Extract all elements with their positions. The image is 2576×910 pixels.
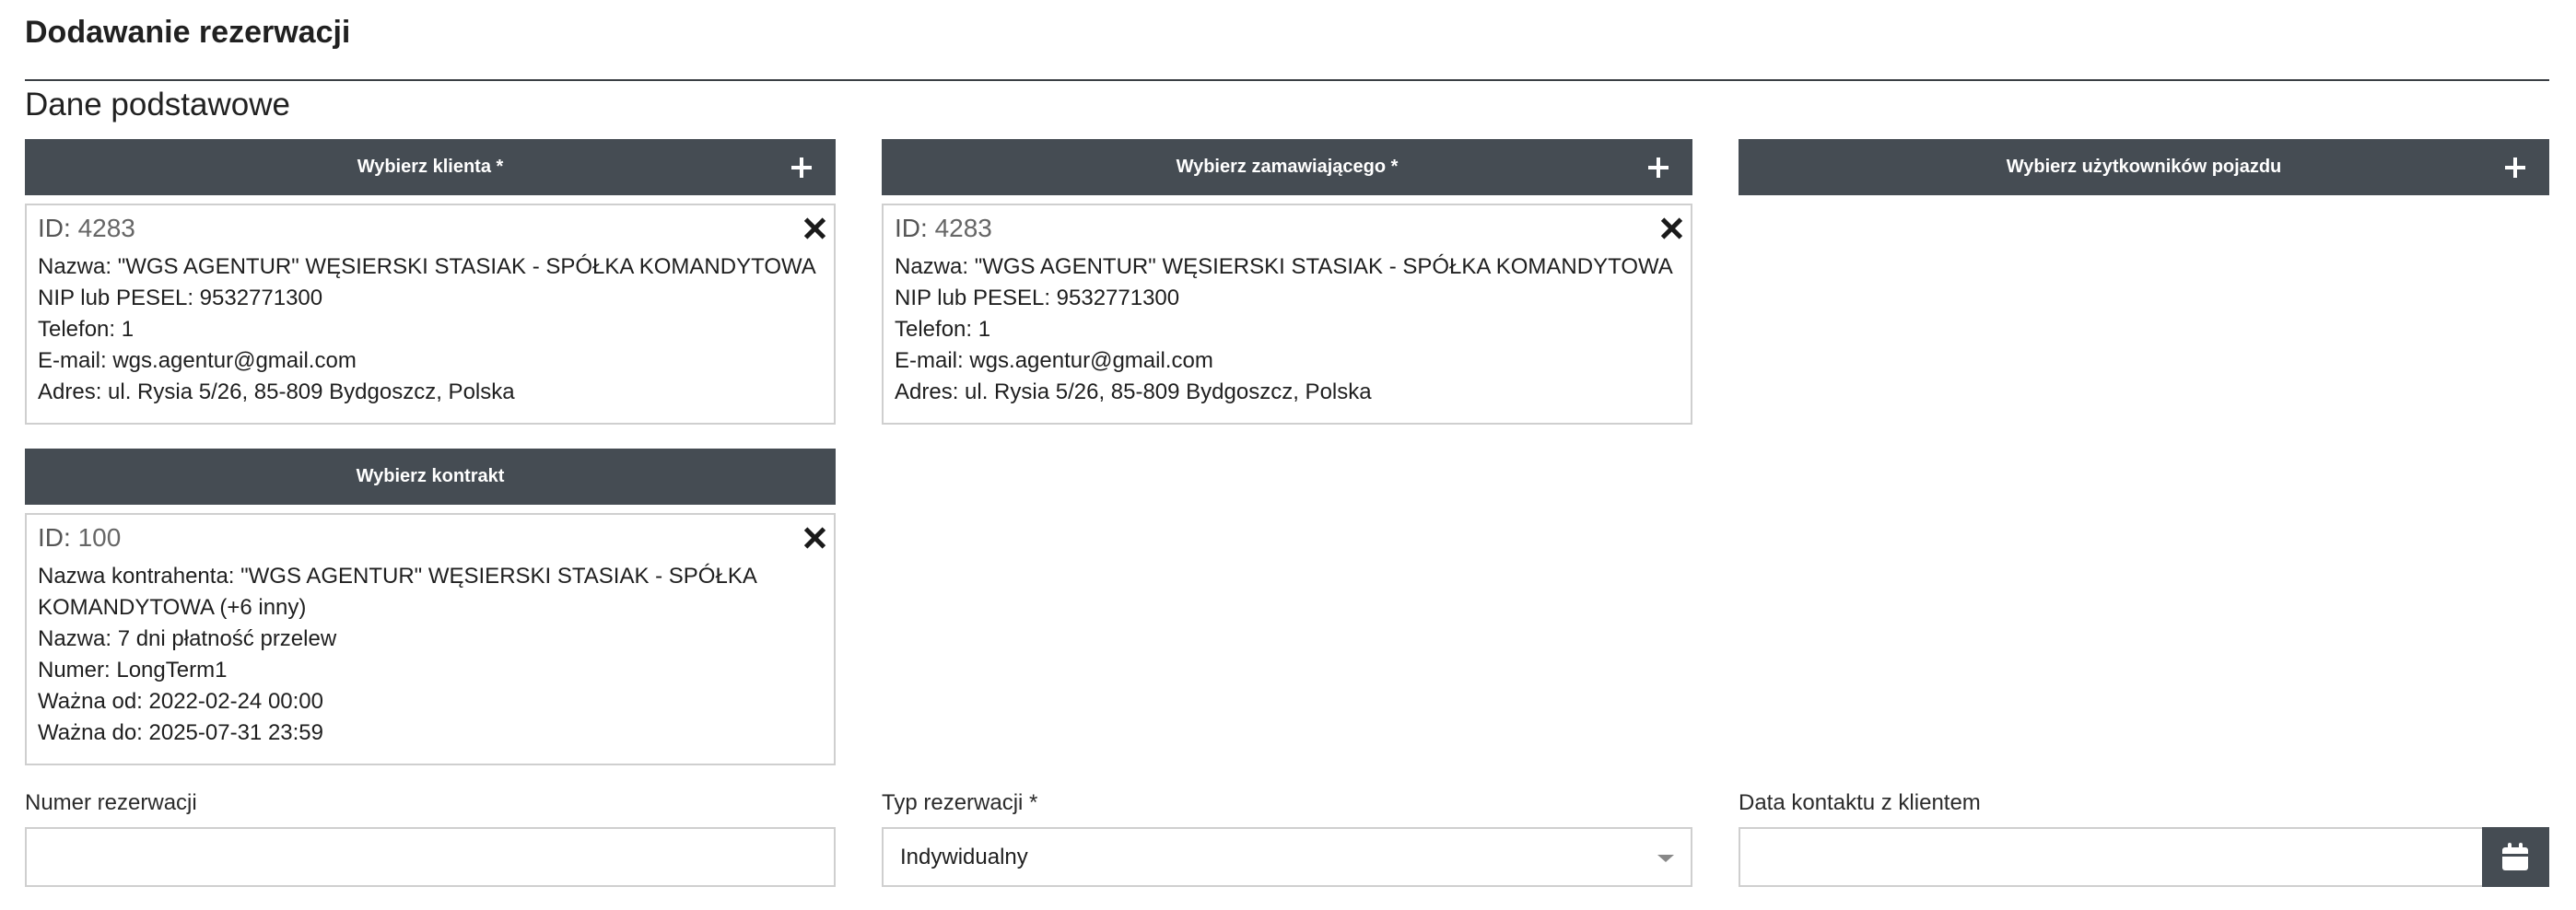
select-vehicle-users-label: Wybierz użytkowników pojazdu bbox=[2006, 157, 2282, 177]
close-icon[interactable] bbox=[804, 218, 825, 239]
client-address: Adres: ul. Rysia 5/26, 85-809 Bydgoszcz,… bbox=[38, 379, 515, 404]
contract-contractor-name: Nazwa kontrahenta: "WGS AGENTUR" WĘSIERS… bbox=[38, 564, 757, 589]
contact-date-label: Data kontaktu z klientem bbox=[1739, 790, 1981, 815]
contract-name: Nazwa: 7 dni płatność przelew bbox=[38, 626, 337, 651]
orderer-id: ID: 4283 bbox=[895, 214, 992, 242]
client-nip: NIP lub PESEL: 9532771300 bbox=[38, 286, 323, 310]
contract-contractor-name-cont: KOMANDYTOWA (+6 inny) bbox=[38, 595, 307, 620]
contact-date-input[interactable] bbox=[1740, 829, 2482, 885]
client-email: E-mail: wgs.agentur@gmail.com bbox=[38, 348, 357, 373]
section-title: Dane podstawowe bbox=[25, 87, 290, 122]
orderer-card: ID: 4283 Nazwa: "WGS AGENTUR" WĘSIERSKI … bbox=[882, 204, 1692, 425]
reservation-type-label: Typ rezerwacji * bbox=[882, 790, 1038, 815]
reservation-type-value: Indywidualny bbox=[900, 845, 1028, 869]
select-contract-label: Wybierz kontrakt bbox=[356, 466, 505, 486]
orderer-name: Nazwa: "WGS AGENTUR" WĘSIERSKI STASIAK -… bbox=[895, 254, 1673, 279]
select-orderer-button[interactable]: Wybierz zamawiającego * bbox=[882, 139, 1692, 195]
select-orderer-label: Wybierz zamawiającego * bbox=[1176, 157, 1399, 177]
orderer-email: E-mail: wgs.agentur@gmail.com bbox=[895, 348, 1213, 373]
reservation-number-field[interactable] bbox=[25, 827, 836, 887]
select-client-label: Wybierz klienta * bbox=[357, 157, 504, 177]
plus-icon[interactable] bbox=[1648, 157, 1669, 178]
client-id: ID: 4283 bbox=[38, 214, 135, 242]
reservation-type-select[interactable]: Indywidualny bbox=[882, 827, 1692, 887]
client-card: ID: 4283 Nazwa: "WGS AGENTUR" WĘSIERSKI … bbox=[25, 204, 836, 425]
calendar-icon bbox=[2502, 843, 2528, 870]
close-icon[interactable] bbox=[1661, 218, 1681, 239]
chevron-down-icon[interactable] bbox=[1657, 855, 1674, 862]
contract-valid-to: Ważna do: 2025-07-31 23:59 bbox=[38, 720, 323, 745]
select-client-button[interactable]: Wybierz klienta * bbox=[25, 139, 836, 195]
contract-card: ID: 100 Nazwa kontrahenta: "WGS AGENTUR"… bbox=[25, 513, 836, 765]
contract-number: Numer: LongTerm1 bbox=[38, 658, 228, 682]
plus-icon[interactable] bbox=[2505, 157, 2525, 178]
contract-id: ID: 100 bbox=[38, 523, 122, 552]
client-name: Nazwa: "WGS AGENTUR" WĘSIERSKI STASIAK -… bbox=[38, 254, 816, 279]
select-vehicle-users-button[interactable]: Wybierz użytkowników pojazdu bbox=[1739, 139, 2549, 195]
reservation-number-label: Numer rezerwacji bbox=[25, 790, 197, 815]
title-divider bbox=[25, 79, 2549, 81]
orderer-phone: Telefon: 1 bbox=[895, 317, 991, 342]
client-phone: Telefon: 1 bbox=[38, 317, 135, 342]
page-title: Dodawanie rezerwacji bbox=[25, 15, 351, 50]
select-contract-button[interactable]: Wybierz kontrakt bbox=[25, 449, 836, 505]
contact-date-field[interactable] bbox=[1739, 827, 2549, 887]
orderer-nip: NIP lub PESEL: 9532771300 bbox=[895, 286, 1180, 310]
plus-icon[interactable] bbox=[791, 157, 812, 178]
contract-valid-from: Ważna od: 2022-02-24 00:00 bbox=[38, 689, 323, 714]
close-icon[interactable] bbox=[804, 528, 825, 548]
calendar-button[interactable] bbox=[2482, 827, 2549, 887]
orderer-address: Adres: ul. Rysia 5/26, 85-809 Bydgoszcz,… bbox=[895, 379, 1372, 404]
reservation-number-input[interactable] bbox=[27, 829, 834, 885]
